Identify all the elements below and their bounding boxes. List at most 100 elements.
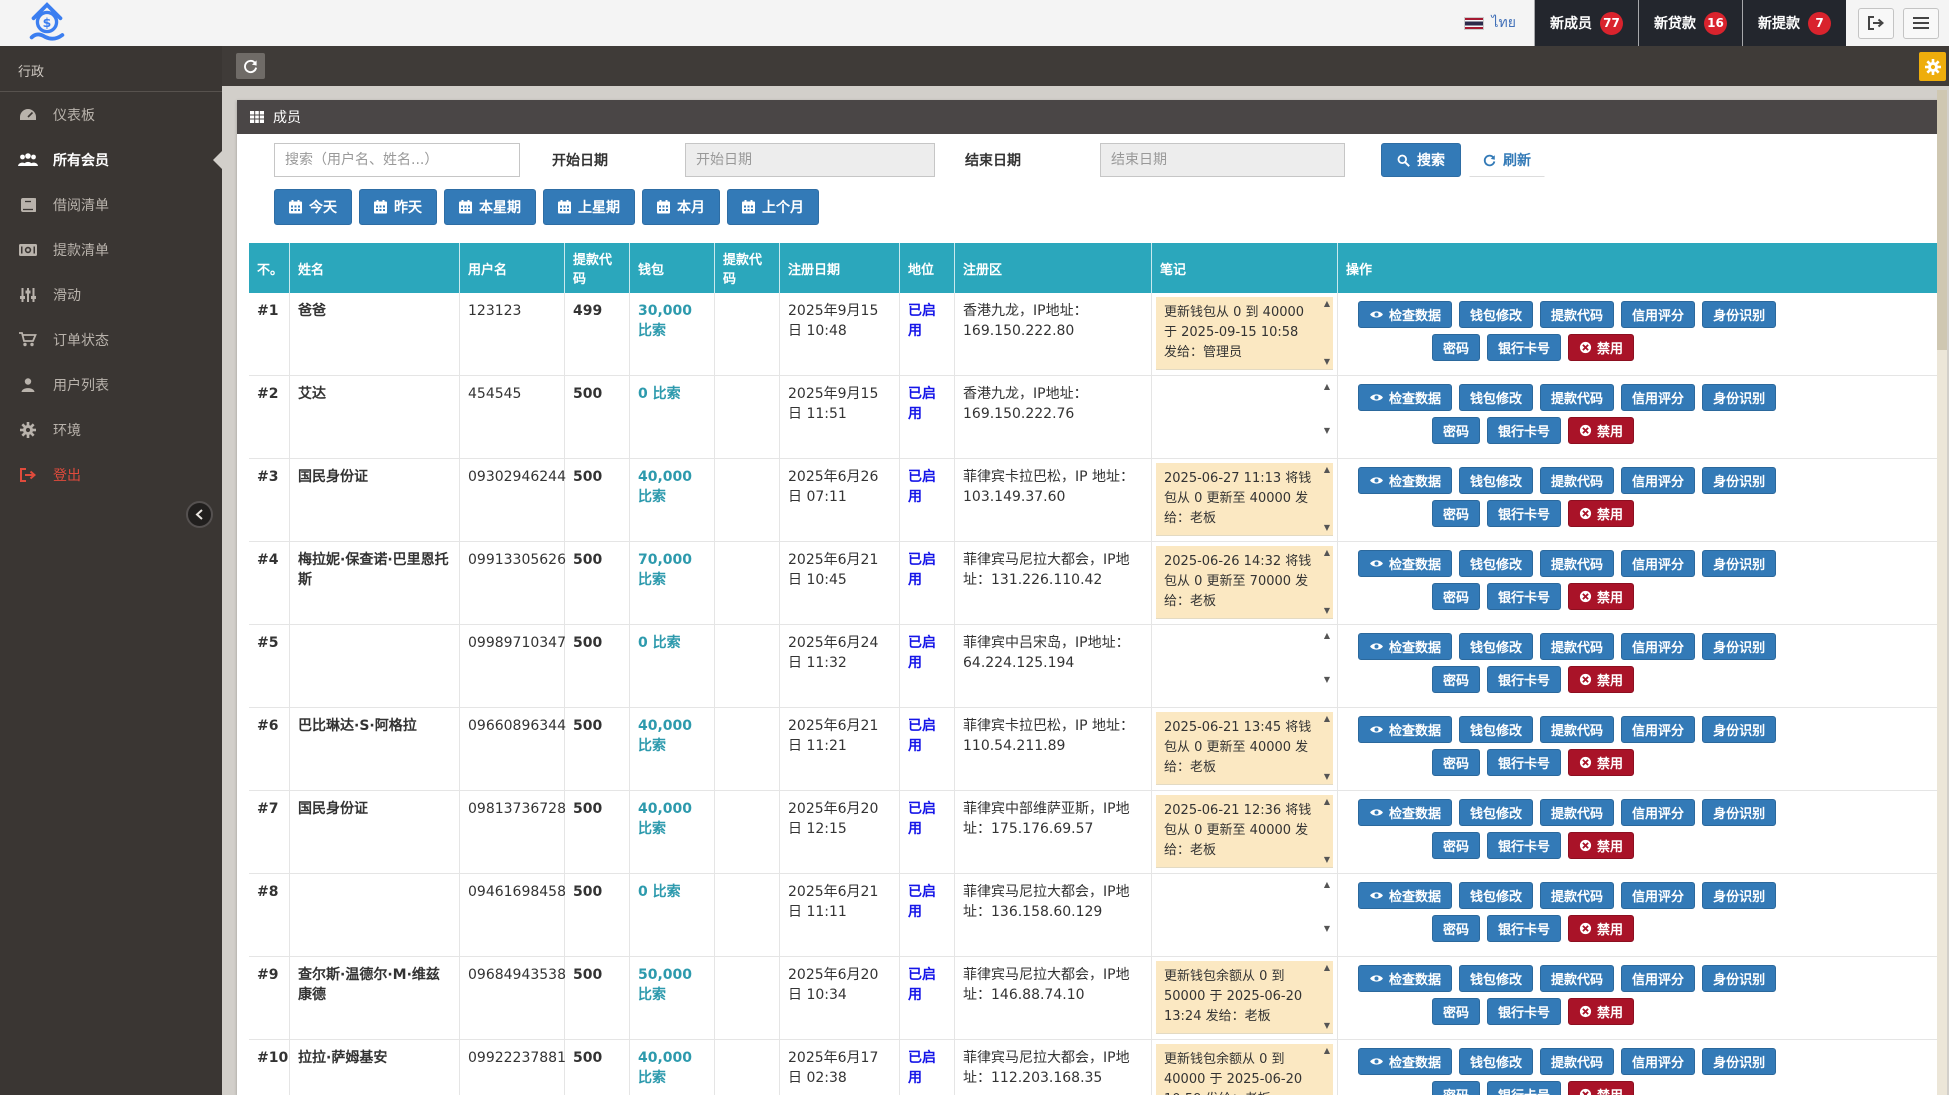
sidebar-item-logout[interactable]: 登出	[0, 452, 222, 497]
note-textarea[interactable]: ▲ ▼	[1156, 878, 1333, 936]
credit-score-button[interactable]: 信用评分	[1621, 882, 1695, 909]
navbar-counter-item[interactable]: 新提款 7	[1742, 0, 1846, 46]
check-data-button[interactable]: 检查数据	[1358, 301, 1452, 328]
scroll-down-icon[interactable]: ▼	[1324, 427, 1330, 435]
identity-button[interactable]: 身份识别	[1702, 301, 1776, 328]
bank-card-button[interactable]: 银行卡号	[1487, 666, 1561, 693]
page-scrollbar[interactable]	[1937, 90, 1947, 1095]
logout-button[interactable]	[1858, 8, 1894, 39]
withdraw-code-button[interactable]: 提款代码	[1540, 384, 1614, 411]
wallet-edit-button[interactable]: 钱包修改	[1459, 716, 1533, 743]
scroll-down-icon[interactable]: ▼	[1324, 1022, 1330, 1030]
withdraw-code-button[interactable]: 提款代码	[1540, 550, 1614, 577]
password-button[interactable]: 密码	[1432, 500, 1480, 527]
withdraw-code-button[interactable]: 提款代码	[1540, 301, 1614, 328]
password-button[interactable]: 密码	[1432, 915, 1480, 942]
wallet-edit-button[interactable]: 钱包修改	[1459, 799, 1533, 826]
check-data-button[interactable]: 检查数据	[1358, 882, 1452, 909]
identity-button[interactable]: 身份识别	[1702, 384, 1776, 411]
app-logo[interactable]: $	[0, 0, 222, 46]
wallet-edit-button[interactable]: 钱包修改	[1459, 633, 1533, 660]
check-data-button[interactable]: 检查数据	[1358, 965, 1452, 992]
withdraw-code-button[interactable]: 提款代码	[1540, 716, 1614, 743]
wallet-edit-button[interactable]: 钱包修改	[1459, 301, 1533, 328]
wallet-edit-button[interactable]: 钱包修改	[1459, 965, 1533, 992]
disable-button[interactable]: 禁用	[1568, 334, 1634, 361]
scroll-up-icon[interactable]: ▲	[1324, 964, 1330, 972]
quick-date-button[interactable]: 昨天	[359, 189, 437, 225]
credit-score-button[interactable]: 信用评分	[1621, 1048, 1695, 1075]
withdraw-code-button[interactable]: 提款代码	[1540, 799, 1614, 826]
quick-date-button[interactable]: 上个月	[727, 189, 819, 225]
search-button[interactable]: 搜索	[1381, 143, 1461, 177]
identity-button[interactable]: 身份识别	[1702, 1048, 1776, 1075]
note-textarea[interactable]: 2025-06-26 14:32 将钱包从 0 更新至 70000 发给：老板 …	[1156, 546, 1333, 619]
sidebar-item-environment[interactable]: 环境	[0, 407, 222, 452]
end-date-input[interactable]	[1100, 143, 1345, 177]
refresh-list-button[interactable]: 刷新	[1469, 143, 1545, 177]
scrollbar-thumb[interactable]	[1937, 90, 1947, 350]
withdraw-code-button[interactable]: 提款代码	[1540, 882, 1614, 909]
note-textarea[interactable]: ▲ ▼	[1156, 380, 1333, 438]
scroll-down-icon[interactable]: ▼	[1324, 856, 1330, 864]
sidebar-item-user-list[interactable]: 用户列表	[0, 362, 222, 407]
identity-button[interactable]: 身份识别	[1702, 716, 1776, 743]
bank-card-button[interactable]: 银行卡号	[1487, 915, 1561, 942]
sidebar-item-dashboard[interactable]: 仪表板	[0, 92, 222, 137]
disable-button[interactable]: 禁用	[1568, 749, 1634, 776]
scroll-up-icon[interactable]: ▲	[1324, 632, 1330, 640]
password-button[interactable]: 密码	[1432, 832, 1480, 859]
identity-button[interactable]: 身份识别	[1702, 467, 1776, 494]
bank-card-button[interactable]: 银行卡号	[1487, 1081, 1561, 1095]
note-textarea[interactable]: 2025-06-21 13:45 将钱包从 0 更新至 40000 发给：老板 …	[1156, 712, 1333, 785]
menu-toggle-button[interactable]	[1903, 8, 1939, 39]
check-data-button[interactable]: 检查数据	[1358, 467, 1452, 494]
withdraw-code-button[interactable]: 提款代码	[1540, 965, 1614, 992]
refresh-page-button[interactable]	[236, 53, 265, 79]
identity-button[interactable]: 身份识别	[1702, 550, 1776, 577]
password-button[interactable]: 密码	[1432, 1081, 1480, 1095]
password-button[interactable]: 密码	[1432, 417, 1480, 444]
sidebar-item-withdraw-list[interactable]: 提款清单	[0, 227, 222, 272]
scroll-up-icon[interactable]: ▲	[1324, 1047, 1330, 1055]
note-textarea[interactable]: 2025-06-21 12:36 将钱包从 0 更新至 40000 发给：老板 …	[1156, 795, 1333, 868]
scroll-down-icon[interactable]: ▼	[1324, 773, 1330, 781]
withdraw-code-button[interactable]: 提款代码	[1540, 467, 1614, 494]
check-data-button[interactable]: 检查数据	[1358, 1048, 1452, 1075]
credit-score-button[interactable]: 信用评分	[1621, 467, 1695, 494]
disable-button[interactable]: 禁用	[1568, 666, 1634, 693]
bank-card-button[interactable]: 银行卡号	[1487, 583, 1561, 610]
note-textarea[interactable]: 更新钱包余额从 0 到 50000 于 2025-06-20 13:24 发给：…	[1156, 961, 1333, 1034]
bank-card-button[interactable]: 银行卡号	[1487, 749, 1561, 776]
note-textarea[interactable]: ▲ ▼	[1156, 629, 1333, 687]
navbar-counter-item[interactable]: 新成员 77	[1534, 0, 1638, 46]
scroll-up-icon[interactable]: ▲	[1324, 881, 1330, 889]
wallet-edit-button[interactable]: 钱包修改	[1459, 467, 1533, 494]
scroll-down-icon[interactable]: ▼	[1324, 524, 1330, 532]
scroll-up-icon[interactable]: ▲	[1324, 549, 1330, 557]
password-button[interactable]: 密码	[1432, 998, 1480, 1025]
identity-button[interactable]: 身份识别	[1702, 799, 1776, 826]
wallet-edit-button[interactable]: 钱包修改	[1459, 550, 1533, 577]
disable-button[interactable]: 禁用	[1568, 583, 1634, 610]
password-button[interactable]: 密码	[1432, 666, 1480, 693]
identity-button[interactable]: 身份识别	[1702, 882, 1776, 909]
scroll-down-icon[interactable]: ▼	[1324, 925, 1330, 933]
sidebar-collapse-button[interactable]	[186, 501, 213, 528]
identity-button[interactable]: 身份识别	[1702, 965, 1776, 992]
withdraw-code-button[interactable]: 提款代码	[1540, 1048, 1614, 1075]
check-data-button[interactable]: 检查数据	[1358, 716, 1452, 743]
wallet-edit-button[interactable]: 钱包修改	[1459, 882, 1533, 909]
scroll-up-icon[interactable]: ▲	[1324, 715, 1330, 723]
scroll-down-icon[interactable]: ▼	[1324, 358, 1330, 366]
scroll-up-icon[interactable]: ▲	[1324, 798, 1330, 806]
bank-card-button[interactable]: 银行卡号	[1487, 832, 1561, 859]
scroll-down-icon[interactable]: ▼	[1324, 676, 1330, 684]
credit-score-button[interactable]: 信用评分	[1621, 633, 1695, 660]
quick-date-button[interactable]: 今天	[274, 189, 352, 225]
credit-score-button[interactable]: 信用评分	[1621, 965, 1695, 992]
sidebar-item-loan-list[interactable]: 借阅清单	[0, 182, 222, 227]
note-textarea[interactable]: 2025-06-27 11:13 将钱包从 0 更新至 40000 发给：老板 …	[1156, 463, 1333, 536]
sidebar-item-all-members[interactable]: 所有会员	[0, 137, 222, 182]
quick-date-button[interactable]: 本星期	[444, 189, 536, 225]
